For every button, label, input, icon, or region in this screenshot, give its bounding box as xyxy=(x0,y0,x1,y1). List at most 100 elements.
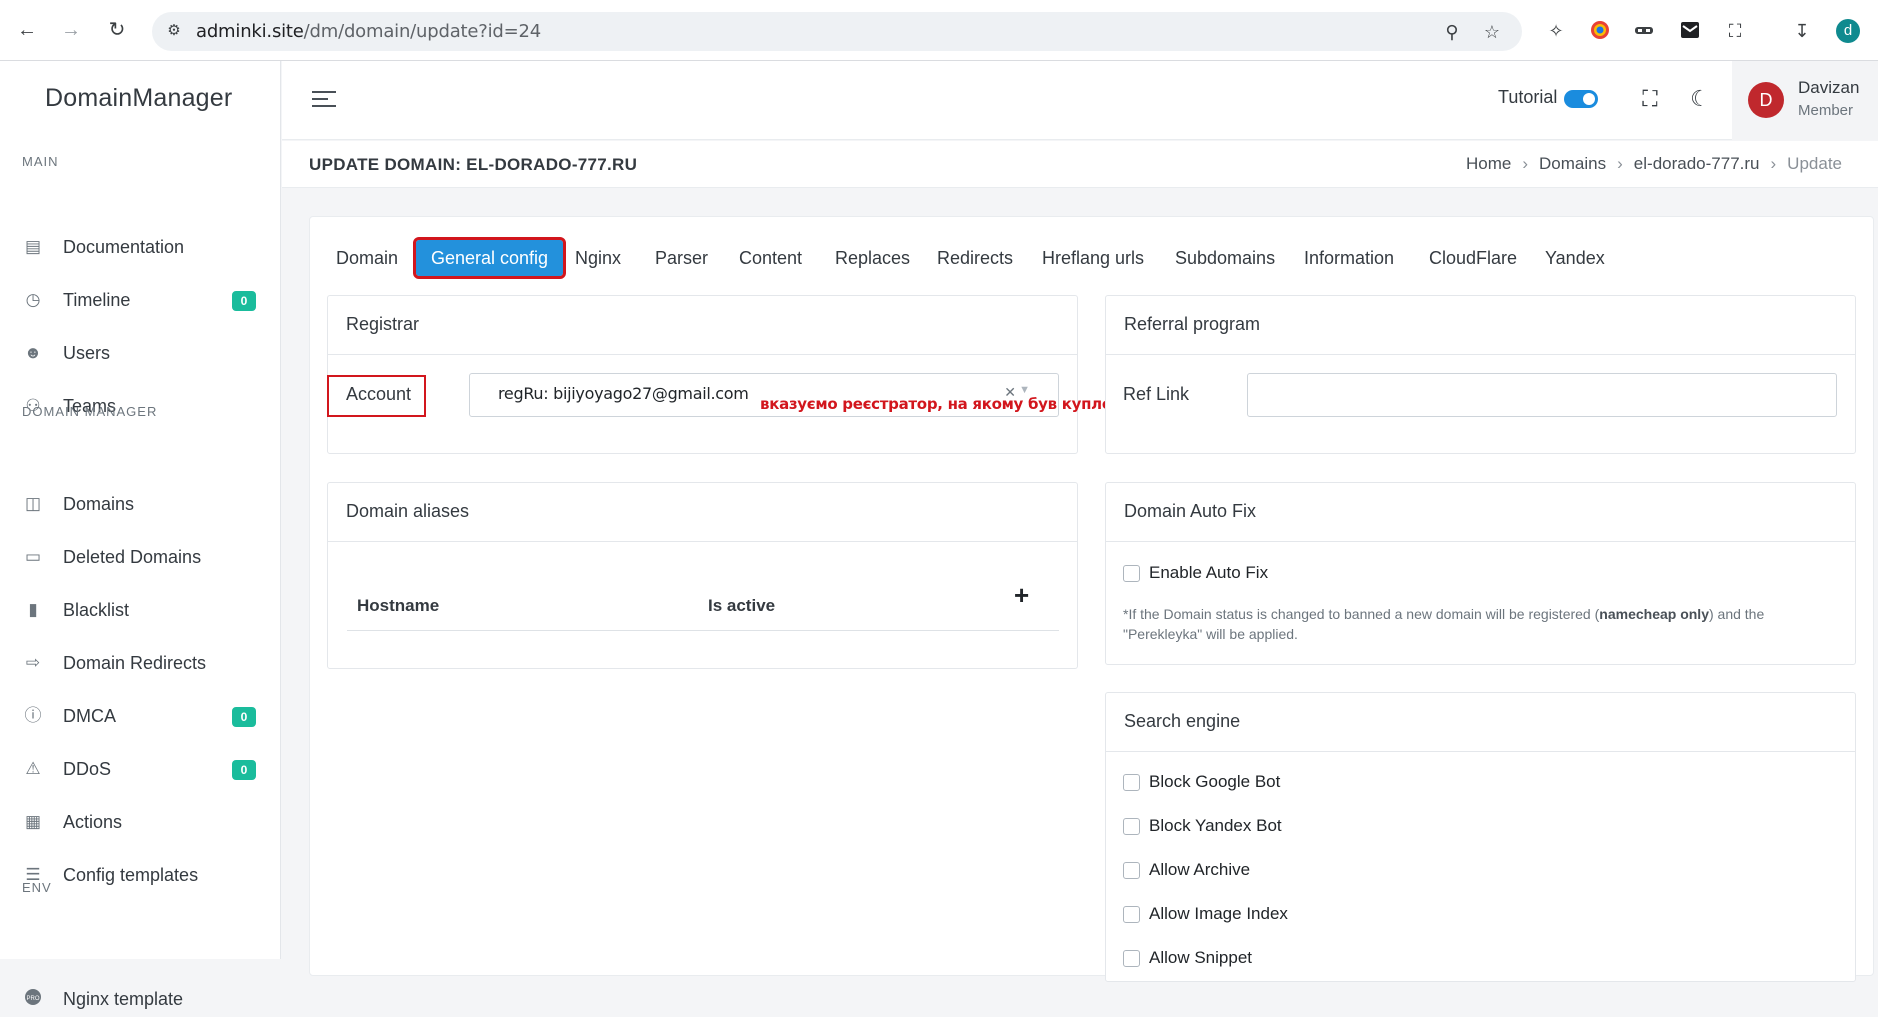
user-menu[interactable]: D Davizan Member xyxy=(1732,61,1878,140)
warning-icon: ⚠ xyxy=(25,759,41,778)
extension-tool-icon[interactable]: ✧ xyxy=(1544,19,1568,43)
enable-auto-fix-checkbox[interactable] xyxy=(1123,564,1140,582)
sidebar-item-blacklist[interactable]: ▮ Blacklist xyxy=(22,592,262,628)
autofix-note: *If the Domain status is changed to bann… xyxy=(1123,606,1765,642)
domain-aliases-title: Domain aliases xyxy=(328,483,1077,542)
block-google-bot-row[interactable]: Block Google Bot xyxy=(1123,772,1280,792)
sidebar-item-domains[interactable]: ◫ Domains xyxy=(22,486,262,522)
document-icon: ▤ xyxy=(24,237,42,256)
sidebar-item-domain-redirects[interactable]: ⇨ Domain Redirects xyxy=(22,645,262,681)
timeline-badge: 0 xyxy=(232,291,256,311)
extension-color-icon[interactable] xyxy=(1588,19,1612,43)
sidebar-item-config-templates[interactable]: ☰ Config templates xyxy=(22,857,262,893)
search-engine-title: Search engine xyxy=(1106,693,1855,752)
domain-aliases-panel: Domain aliases xyxy=(327,482,1078,669)
ddos-badge: 0 xyxy=(232,760,256,780)
block-google-bot-checkbox[interactable] xyxy=(1123,773,1140,791)
chevron-right-icon: › xyxy=(1617,154,1623,173)
browser-profile-avatar[interactable]: d xyxy=(1836,19,1860,43)
fullscreen-icon[interactable]: ⛶ xyxy=(1636,85,1664,113)
sidebar-item-deleted-domains[interactable]: ▭ Deleted Domains xyxy=(22,539,262,575)
ref-link-input[interactable] xyxy=(1247,373,1837,417)
browser-toolbar: ← → ↻ ⚙ adminki.site/dm/domain/update?id… xyxy=(0,0,1878,61)
tab-redirects[interactable]: Redirects xyxy=(937,240,1013,276)
forward-arrow-icon[interactable]: → xyxy=(58,17,84,43)
allow-image-index-checkbox[interactable] xyxy=(1123,905,1140,923)
extensions-puzzle-icon[interactable]: ⛶ xyxy=(1723,19,1747,43)
allow-snippet-row[interactable]: Allow Snippet xyxy=(1123,948,1252,968)
sidebar-item-users[interactable]: ☻ Users xyxy=(22,335,262,371)
brand-logo[interactable]: DomainManager xyxy=(45,84,232,113)
referral-title: Referral program xyxy=(1106,296,1855,355)
sidebar-item-documentation[interactable]: ▤ Documentation xyxy=(22,229,262,265)
section-env: ENV xyxy=(22,880,52,895)
address-bar[interactable]: ⚙ adminki.site/dm/domain/update?id=24 ⚲ … xyxy=(152,12,1522,51)
dmca-badge: 0 xyxy=(232,707,256,727)
chevron-right-icon: › xyxy=(1522,154,1529,173)
book-icon: ▭ xyxy=(24,547,42,566)
tab-general-config[interactable]: General config xyxy=(412,237,567,279)
tab-nginx[interactable]: Nginx xyxy=(575,240,621,276)
allow-image-index-row[interactable]: Allow Image Index xyxy=(1123,904,1288,924)
breadcrumb-domains[interactable]: Domains xyxy=(1539,154,1606,174)
sidebar-item-timeline[interactable]: ◷ Timeline 0 xyxy=(22,282,262,318)
allow-snippet-checkbox[interactable] xyxy=(1123,949,1140,967)
column-hostname: Hostname xyxy=(357,596,440,615)
bookmark-star-icon[interactable]: ☆ xyxy=(1480,20,1504,44)
search-engine-panel: Search engine xyxy=(1105,692,1856,982)
breadcrumb-domain[interactable]: el-dorado-777.ru xyxy=(1634,154,1760,174)
redirect-icon: ⇨ xyxy=(25,653,41,672)
breadcrumb-home[interactable]: Home xyxy=(1466,154,1511,174)
allow-archive-checkbox[interactable] xyxy=(1123,861,1140,879)
section-main: MAIN xyxy=(22,154,59,169)
tab-yandex[interactable]: Yandex xyxy=(1545,240,1605,276)
page-title-bar: UPDATE DOMAIN: EL-DORADO-777.RU Home › D… xyxy=(282,141,1878,188)
table-divider xyxy=(347,630,1059,631)
user-name: Davizan xyxy=(1798,78,1860,97)
sidebar-item-dmca[interactable]: ⓘ DMCA 0 xyxy=(22,698,262,734)
sidebar-item-nginx-template[interactable]: PRO Nginx template xyxy=(22,981,262,1017)
pro-icon: PRO xyxy=(22,988,44,1010)
page-title: UPDATE DOMAIN: EL-DORADO-777.RU xyxy=(309,155,638,174)
allow-archive-row[interactable]: Allow Archive xyxy=(1123,860,1250,880)
extension-mail-icon[interactable] xyxy=(1678,19,1702,43)
tab-hreflang-urls[interactable]: Hreflang urls xyxy=(1042,240,1144,276)
tab-domain[interactable]: Domain xyxy=(336,240,398,276)
tab-information[interactable]: Information xyxy=(1304,240,1394,276)
url-text[interactable]: adminki.site/dm/domain/update?id=24 xyxy=(196,21,541,42)
extension-mask-icon[interactable] xyxy=(1632,19,1656,43)
folder-icon: ◫ xyxy=(24,494,42,513)
sidebar-item-actions[interactable]: ▦ Actions xyxy=(22,804,262,840)
download-icon[interactable]: ↧ xyxy=(1790,19,1814,43)
tab-cloudflare[interactable]: CloudFlare xyxy=(1429,240,1517,276)
block-yandex-bot-row[interactable]: Block Yandex Bot xyxy=(1123,816,1282,836)
breadcrumb: Home › Domains › el-dorado-777.ru › Upda… xyxy=(1466,154,1842,174)
block-yandex-bot-checkbox[interactable] xyxy=(1123,817,1140,835)
menu-toggle-icon[interactable] xyxy=(312,91,336,111)
tab-replaces[interactable]: Replaces xyxy=(835,240,910,276)
tab-subdomains[interactable]: Subdomains xyxy=(1175,240,1275,276)
back-arrow-icon[interactable]: ← xyxy=(14,17,40,43)
sidebar: DomainManager MAIN ▤ Documentation ◷ Tim… xyxy=(0,61,281,1009)
reload-icon[interactable]: ↻ xyxy=(104,17,130,43)
tutorial-toggle[interactable] xyxy=(1564,90,1598,108)
chevron-right-icon: › xyxy=(1770,154,1777,173)
add-alias-button[interactable]: + xyxy=(1014,582,1029,608)
account-select-value: regRu: bijiyoyago27@gmail.com xyxy=(498,384,749,403)
user-role: Member xyxy=(1798,102,1854,119)
user-icon: ☻ xyxy=(24,343,42,362)
site-settings-icon[interactable]: ⚙ xyxy=(164,21,184,41)
zoom-icon[interactable]: ⚲ xyxy=(1440,20,1464,44)
grid-icon: ▦ xyxy=(24,812,42,831)
breadcrumb-current: Update xyxy=(1787,154,1842,173)
svg-text:PRO: PRO xyxy=(26,996,39,1002)
top-header: Tutorial ⛶ ☾ D Davizan Member xyxy=(282,61,1878,140)
enable-auto-fix-row[interactable]: Enable Auto Fix xyxy=(1123,563,1268,583)
alert-circle-icon: ⓘ xyxy=(24,706,42,725)
sidebar-item-ddos[interactable]: ⚠ DDoS 0 xyxy=(22,751,262,787)
dark-mode-moon-icon[interactable]: ☾ xyxy=(1686,85,1714,113)
account-label: Account xyxy=(346,384,412,404)
tutorial-label: Tutorial xyxy=(1498,87,1558,107)
tab-content[interactable]: Content xyxy=(739,240,802,276)
tab-parser[interactable]: Parser xyxy=(655,240,708,276)
